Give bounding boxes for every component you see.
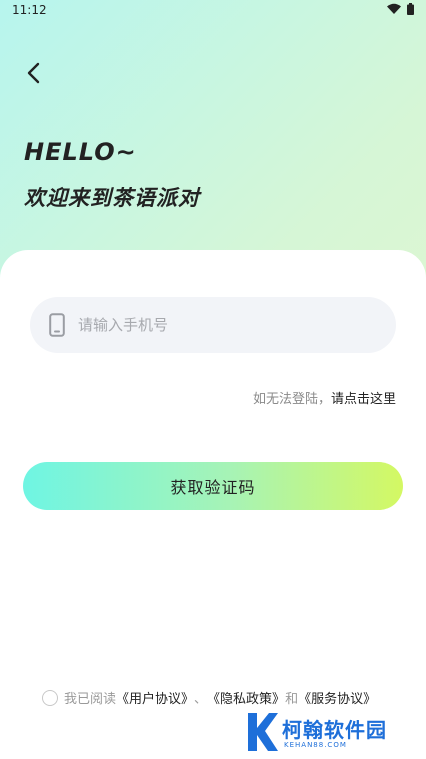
agreement-checkbox[interactable] bbox=[42, 689, 58, 706]
agreement-conjunction: 和 bbox=[285, 692, 299, 707]
greeting-title: HELLO~ bbox=[24, 138, 137, 166]
login-help-link[interactable]: 请点击这里 bbox=[331, 388, 396, 407]
watermark-text: 柯翰软件园 KEHAN88.COM bbox=[282, 719, 387, 749]
status-icons bbox=[387, 2, 414, 18]
privacy-policy-link[interactable]: 《隐私政策》 bbox=[207, 688, 285, 707]
watermark-domain: KEHAN88.COM bbox=[284, 741, 347, 749]
phone-input[interactable] bbox=[76, 315, 360, 335]
watermark-name: 柯翰软件园 bbox=[282, 718, 387, 742]
phone-icon bbox=[46, 312, 68, 338]
login-help: 如无法登陆， 请点击这里 bbox=[253, 388, 396, 407]
phone-field[interactable] bbox=[30, 297, 396, 353]
welcome-subtitle: 欢迎来到茶语派对 bbox=[24, 186, 200, 210]
back-button[interactable] bbox=[20, 60, 48, 90]
agreement-prefix: 我已阅读 bbox=[64, 692, 117, 707]
watermark-logo: 柯翰软件园 KEHAN88.COM bbox=[244, 712, 420, 756]
battery-icon bbox=[407, 2, 414, 18]
watermark-k-icon bbox=[244, 711, 278, 757]
login-help-prefix: 如无法登陆， bbox=[252, 392, 331, 407]
status-bar: 11:12 bbox=[0, 0, 426, 20]
get-code-button[interactable]: 获取验证码 bbox=[23, 462, 403, 510]
user-agreement-link[interactable]: 《用户协议》 bbox=[116, 688, 194, 707]
back-arrow-icon bbox=[26, 62, 42, 88]
service-agreement-link[interactable]: 《服务协议》 bbox=[298, 688, 376, 707]
agreement-row: 我已阅读 《用户协议》 、 《隐私政策》 和 《服务协议》 bbox=[42, 688, 376, 707]
status-time: 11:12 bbox=[12, 3, 47, 17]
agreement-separator: 、 bbox=[194, 692, 208, 707]
wifi-icon bbox=[387, 3, 401, 17]
